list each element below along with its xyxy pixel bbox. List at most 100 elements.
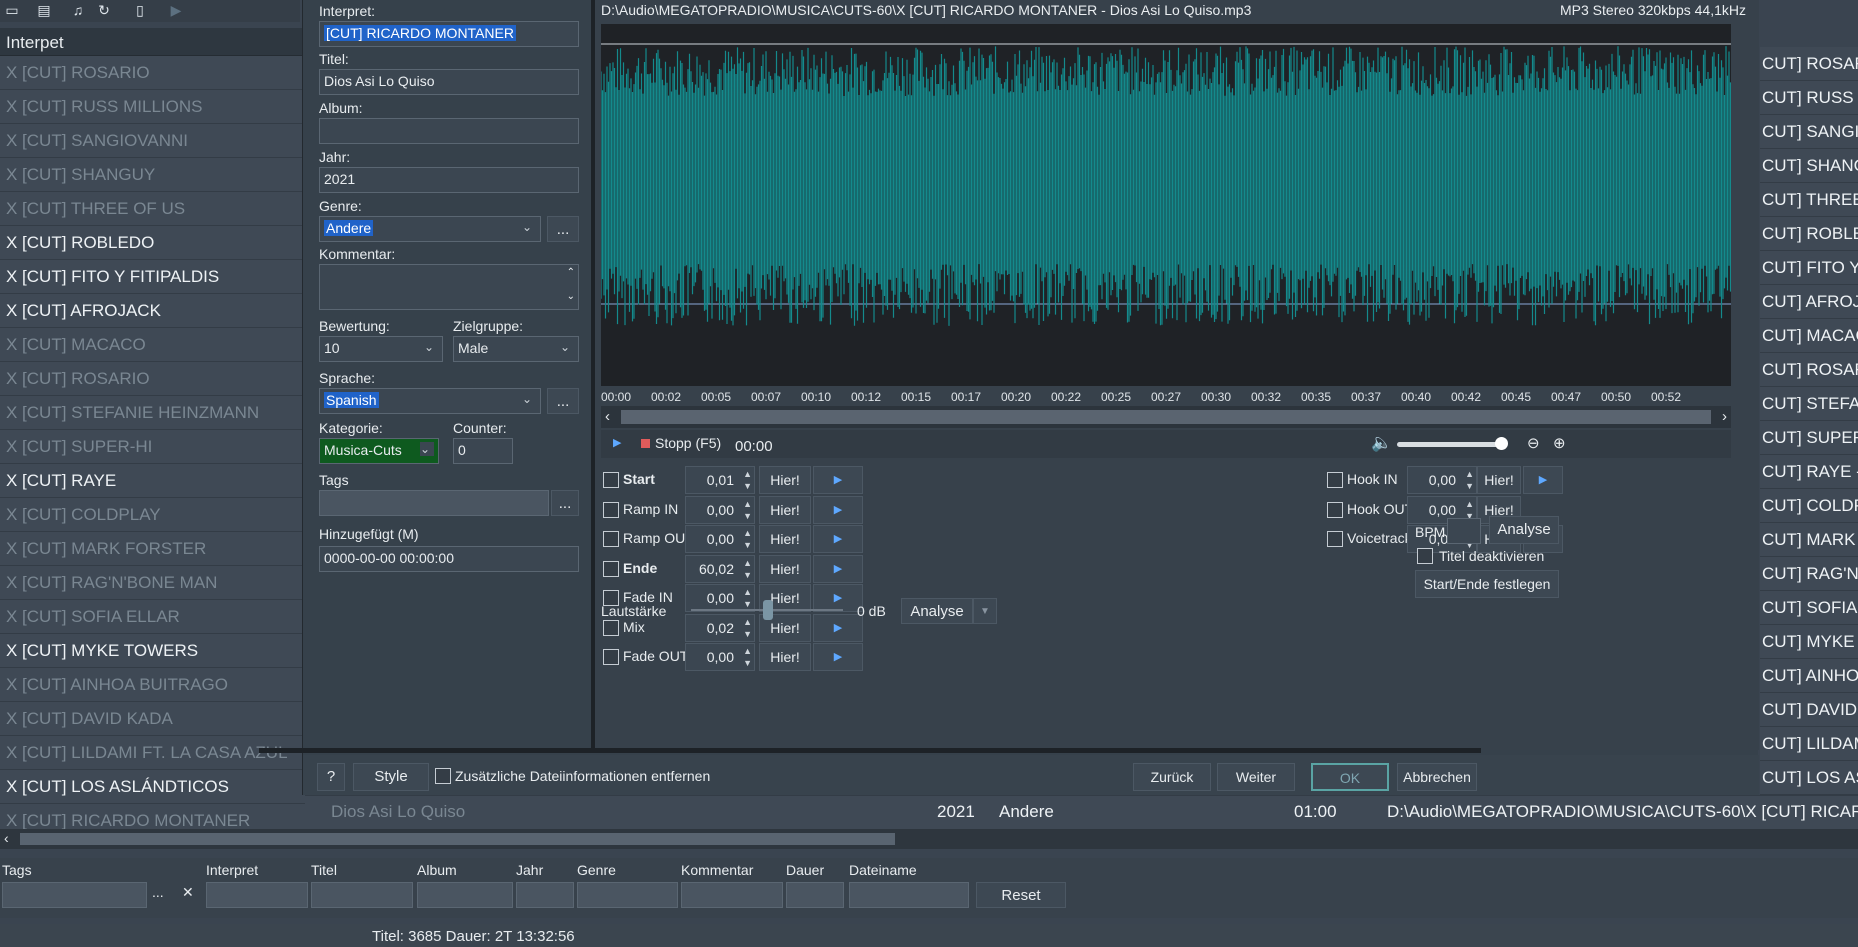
list-item[interactable]: CUT] MARK F	[1760, 523, 1858, 557]
spinner-icon[interactable]: ▲▼	[743, 527, 752, 551]
analyse-bpm-button[interactable]: Analyse	[1489, 516, 1559, 544]
list-item[interactable]: CUT] RUSS M	[1760, 81, 1858, 115]
column-header-interpret[interactable]: Interpet	[0, 28, 305, 56]
list-item[interactable]: CUT] LILDAM	[1760, 727, 1858, 761]
list-item[interactable]: CUT] LOS AS	[1760, 761, 1858, 795]
cue-checkbox[interactable]	[1327, 501, 1343, 518]
list-item[interactable]: X [CUT] THREE OF US	[0, 192, 305, 226]
filter-titel-input[interactable]	[311, 882, 413, 908]
zoom-out-icon[interactable]: ⊖	[1527, 434, 1540, 452]
list-item[interactable]: CUT] DAVID	[1760, 693, 1858, 727]
list-item[interactable]: X [CUT] AFROJACK	[0, 294, 305, 328]
style-button[interactable]: Style	[353, 763, 429, 791]
analyse-dropdown-icon[interactable]: ▼	[973, 598, 997, 624]
cue-checkbox[interactable]	[603, 560, 619, 577]
scroll-up-icon[interactable]: ⌃	[567, 267, 575, 278]
open-folder-icon[interactable]: ▤	[36, 2, 52, 18]
interpret-input[interactable]: [CUT] RICARDO MONTANER	[319, 21, 579, 47]
filter-album-input[interactable]	[417, 882, 513, 908]
spinner-icon[interactable]: ▲▼	[1465, 468, 1474, 492]
list-item[interactable]: CUT] SUPER-	[1760, 421, 1858, 455]
cue-play-button[interactable]: ▶	[813, 584, 863, 612]
album-input[interactable]	[319, 118, 579, 144]
list-item[interactable]: CUT] RAG'N'	[1760, 557, 1858, 591]
filter-kommentar-input[interactable]	[681, 882, 783, 908]
filter-dauer-input[interactable]	[786, 882, 844, 908]
list-item[interactable]: X [CUT] ROBLEDO	[0, 226, 305, 260]
filter-tags-input[interactable]	[2, 882, 147, 908]
list-item[interactable]: X [CUT] DAVID KADA	[0, 702, 305, 736]
scrollbar-thumb[interactable]	[20, 833, 895, 845]
list-item[interactable]: CUT] AFROJA	[1760, 285, 1858, 319]
spinner-icon[interactable]: ▲▼	[743, 645, 752, 669]
document-icon[interactable]: ▯	[132, 2, 148, 18]
music-note-icon[interactable]: ♫	[70, 2, 86, 18]
list-item[interactable]: CUT] THREE	[1760, 183, 1858, 217]
list-item[interactable]: X [CUT] RAYE	[0, 464, 305, 498]
cue-play-button[interactable]: ▶	[813, 554, 863, 583]
cue-value-input[interactable]: 0,00 ▲▼	[685, 584, 755, 612]
list-item[interactable]: CUT] RAYE -	[1760, 455, 1858, 489]
list-item[interactable]: X [CUT] STEFANIE HEINZMANN	[0, 396, 305, 430]
scrollbar-thumb[interactable]	[621, 410, 1711, 424]
scroll-down-icon[interactable]: ⌄	[567, 291, 575, 302]
table-row[interactable]: Dios Asi Lo Quiso 2021 Andere 01:00 D:\A…	[305, 795, 1858, 829]
list-item[interactable]: CUT] MYKE T	[1760, 625, 1858, 659]
sprache-more-button[interactable]: ...	[547, 388, 579, 414]
scroll-left-icon[interactable]: ‹	[4, 830, 9, 846]
cue-checkbox[interactable]	[603, 531, 619, 547]
titel-deaktivieren-checkbox[interactable]	[1417, 548, 1433, 564]
hier-button[interactable]: Hier!	[1477, 466, 1521, 494]
list-item[interactable]: X [CUT] RUSS MILLIONS	[0, 90, 305, 124]
analyse-volume-button[interactable]: Analyse	[901, 598, 973, 624]
list-item[interactable]: X [CUT] SHANGUY	[0, 158, 305, 192]
spinner-icon[interactable]: ▲▼	[743, 616, 752, 640]
ok-button[interactable]: OK	[1311, 763, 1389, 791]
filter-interpret-input[interactable]	[206, 882, 308, 908]
cue-checkbox[interactable]	[1327, 531, 1343, 547]
cue-checkbox[interactable]	[603, 501, 619, 518]
cue-value-input[interactable]: 0,00 ▲▼	[1407, 466, 1477, 494]
list-item[interactable]: CUT] ROSAR	[1760, 47, 1858, 81]
reset-button[interactable]: Reset	[976, 882, 1066, 908]
bewertung-select[interactable]: 10 ⌄	[319, 336, 443, 362]
clear-icon[interactable]: ✕	[182, 884, 194, 901]
cue-checkbox[interactable]	[1327, 472, 1343, 488]
cue-play-button[interactable]: ▶	[813, 613, 863, 642]
filter-genre-input[interactable]	[577, 882, 678, 908]
cue-play-button[interactable]: ▶	[813, 495, 863, 524]
filter-dateiname-input[interactable]	[849, 882, 969, 908]
list-item[interactable]: CUT] SHANG	[1760, 149, 1858, 183]
waveform-display[interactable]	[600, 24, 1732, 386]
bpm-input[interactable]	[1447, 518, 1481, 544]
list-item[interactable]: X [CUT] FITO Y FITIPALDIS	[0, 260, 305, 294]
jahr-input[interactable]: 2021	[319, 167, 579, 193]
speaker-icon[interactable]: 🔈	[1371, 433, 1392, 453]
list-item[interactable]: X [CUT] LOS ASLÁNDTICOS	[0, 770, 305, 804]
cue-value-input[interactable]: 0,02 ▲ ▼	[685, 613, 755, 642]
hier-button[interactable]: Hier!	[759, 643, 811, 671]
zielgruppe-select[interactable]: Male ⌄	[453, 336, 579, 362]
genre-more-button[interactable]: ...	[547, 216, 579, 242]
zoom-in-icon[interactable]: ⊕	[1553, 434, 1566, 452]
cue-value-input[interactable]: 0,00 ▲▼	[685, 495, 755, 524]
genre-select[interactable]: Andere ⌄	[319, 216, 541, 242]
list-item[interactable]: X [CUT] AINHOA BUITRAGO	[0, 668, 305, 702]
hier-button[interactable]: Hier!	[759, 466, 811, 494]
hier-button[interactable]: Hier!	[759, 525, 811, 553]
cue-checkbox[interactable]	[603, 472, 619, 488]
sprache-select[interactable]: Spanish ⌄	[319, 388, 541, 414]
start-ende-festlegen-button[interactable]: Start/Ende festlegen	[1415, 570, 1559, 598]
stop-icon[interactable]	[641, 439, 650, 448]
back-button[interactable]: Zurück	[1133, 763, 1211, 791]
volume-slider[interactable]	[1397, 442, 1501, 447]
waveform-graph[interactable]	[600, 24, 1732, 386]
cue-checkbox[interactable]	[603, 649, 619, 665]
list-item[interactable]: X [CUT] RAG'N'BONE MAN	[0, 566, 305, 600]
filter-jahr-input[interactable]	[516, 882, 574, 908]
refresh-icon[interactable]: ↻	[96, 2, 112, 18]
waveform-scrollbar[interactable]: ‹ ›	[601, 406, 1731, 428]
cue-value-input[interactable]: 60,02 ▲ ▼	[685, 554, 755, 583]
added-input[interactable]: 0000-00-00 00:00:00	[319, 546, 579, 572]
list-item[interactable]: X [CUT] ROSARIO	[0, 56, 305, 90]
